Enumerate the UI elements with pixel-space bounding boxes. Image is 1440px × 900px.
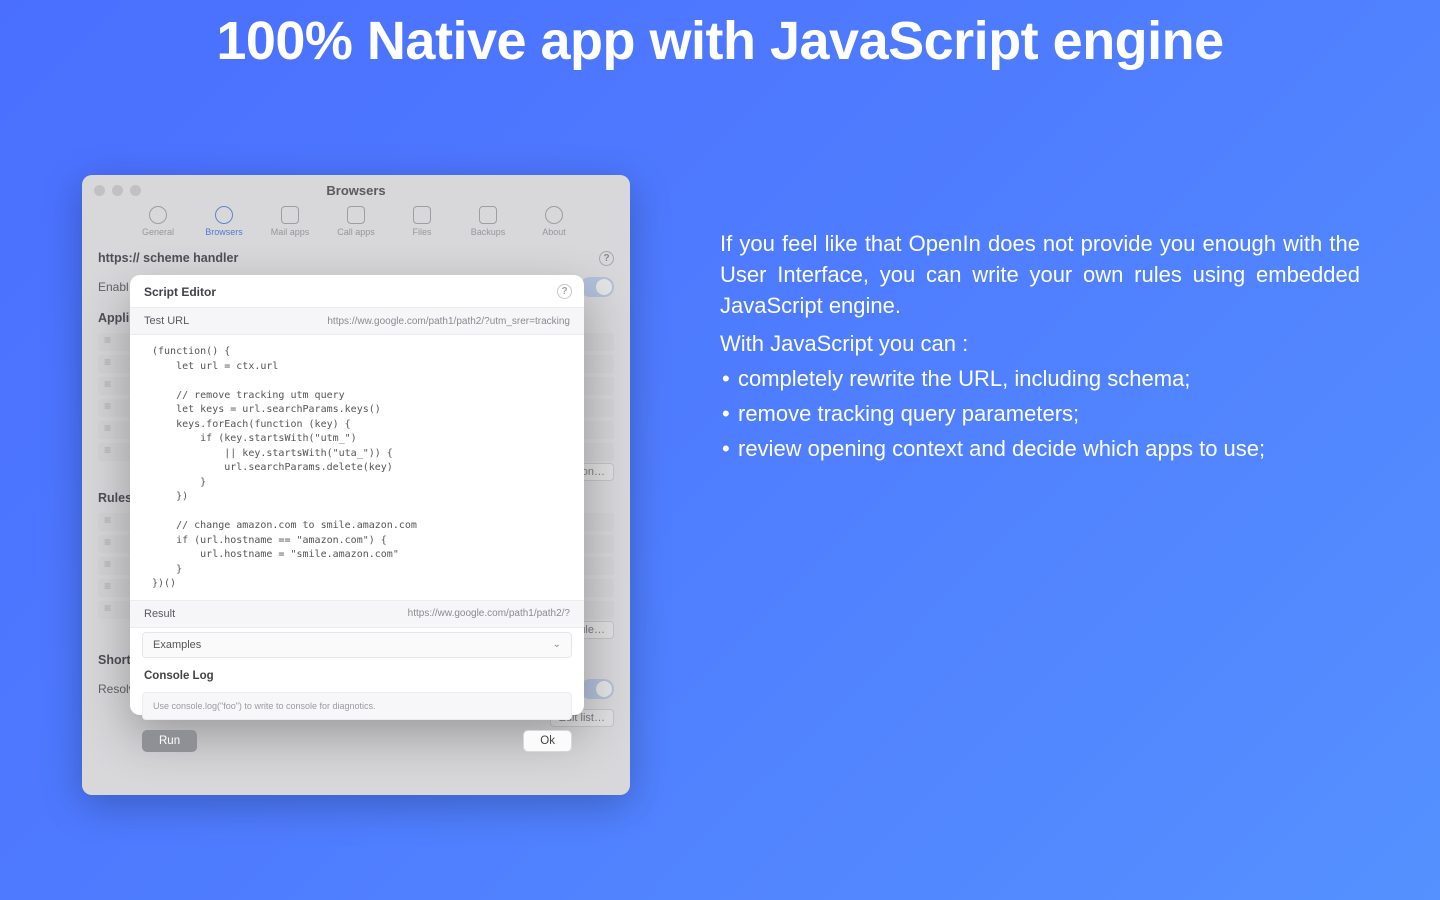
- copy-bullet: review opening context and decide which …: [720, 433, 1360, 464]
- marketing-copy: If you feel like that OpenIn does not pr…: [720, 228, 1360, 469]
- examples-dropdown[interactable]: Examples ⌄: [142, 632, 572, 658]
- sheet-title: Script Editor ?: [130, 275, 584, 307]
- chevron-down-icon: ⌄: [553, 639, 561, 650]
- copy-bullet: completely rewrite the URL, including sc…: [720, 363, 1360, 394]
- scheme-handler-heading: https:// scheme handler ?: [82, 237, 630, 271]
- enabled-toggle[interactable]: [580, 277, 614, 297]
- tab-label: About: [542, 227, 566, 237]
- hero-title: 100% Native app with JavaScript engine: [0, 10, 1440, 72]
- tab-label: General: [142, 227, 174, 237]
- tab-mail-apps[interactable]: Mail apps: [267, 206, 313, 237]
- result-label: Result: [144, 608, 175, 620]
- examples-label: Examples: [153, 639, 201, 651]
- console-log-heading: Console Log: [130, 662, 584, 686]
- file-icon: [413, 206, 431, 224]
- backup-icon: [479, 206, 497, 224]
- help-icon[interactable]: ?: [557, 284, 572, 299]
- tab-about[interactable]: About: [531, 206, 577, 237]
- script-editor-sheet: Script Editor ? Test URL https://ww.goog…: [130, 275, 584, 715]
- gear-icon: [149, 206, 167, 224]
- window-title: Browsers: [82, 175, 630, 198]
- scheme-handler-label: https:// scheme handler: [98, 251, 238, 265]
- mail-icon: [281, 206, 299, 224]
- tab-label: Browsers: [205, 227, 243, 237]
- test-url-row: Test URL https://ww.google.com/path1/pat…: [130, 307, 584, 335]
- phone-icon: [347, 206, 365, 224]
- result-row: Result https://ww.google.com/path1/path2…: [130, 600, 584, 628]
- ok-button[interactable]: Ok: [523, 730, 572, 752]
- enabled-label: Enabl: [98, 280, 129, 294]
- tab-label: Backups: [471, 227, 506, 237]
- info-icon: [545, 206, 563, 224]
- result-value: https://ww.google.com/path1/path2/?: [408, 608, 570, 619]
- globe-icon: [215, 206, 233, 224]
- console-log-output: Use console.log("foo") to write to conso…: [142, 692, 572, 720]
- tab-files[interactable]: Files: [399, 206, 445, 237]
- tab-label: Call apps: [337, 227, 375, 237]
- copy-bullet: remove tracking query parameters;: [720, 398, 1360, 429]
- help-icon[interactable]: ?: [599, 251, 614, 266]
- tab-label: Mail apps: [271, 227, 310, 237]
- test-url-input[interactable]: https://ww.google.com/path1/path2/?utm_s…: [327, 316, 570, 327]
- resolve-shortened-toggle[interactable]: [580, 679, 614, 699]
- tab-browsers[interactable]: Browsers: [201, 206, 247, 237]
- zoom-icon[interactable]: [130, 185, 141, 196]
- window-traffic-lights: [94, 185, 141, 196]
- code-editor[interactable]: (function() { let url = ctx.url // remov…: [130, 335, 584, 600]
- close-icon[interactable]: [94, 185, 105, 196]
- preferences-toolbar: General Browsers Mail apps Call apps Fil…: [82, 206, 630, 237]
- tab-label: Files: [412, 227, 431, 237]
- copy-paragraph: If you feel like that OpenIn does not pr…: [720, 228, 1360, 322]
- tab-general[interactable]: General: [135, 206, 181, 237]
- run-button[interactable]: Run: [142, 730, 197, 752]
- tab-call-apps[interactable]: Call apps: [333, 206, 379, 237]
- copy-lead: With JavaScript you can :: [720, 328, 1360, 359]
- minimize-icon[interactable]: [112, 185, 123, 196]
- tab-backups[interactable]: Backups: [465, 206, 511, 237]
- sheet-title-label: Script Editor: [144, 285, 216, 299]
- test-url-label: Test URL: [144, 315, 189, 327]
